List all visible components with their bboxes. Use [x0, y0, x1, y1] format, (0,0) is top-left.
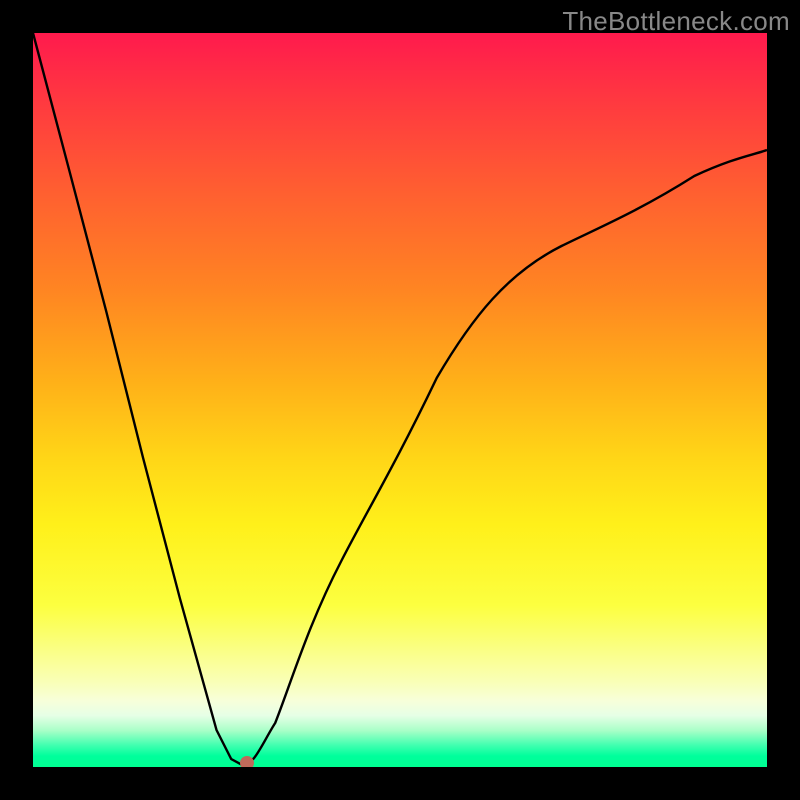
watermark-text: TheBottleneck.com: [562, 6, 790, 37]
bottleneck-curve: [33, 33, 767, 767]
chart-svg: [33, 33, 767, 767]
chart-frame: TheBottleneck.com: [0, 0, 800, 800]
marker-dot: [240, 756, 254, 767]
plot-area: [33, 33, 767, 767]
